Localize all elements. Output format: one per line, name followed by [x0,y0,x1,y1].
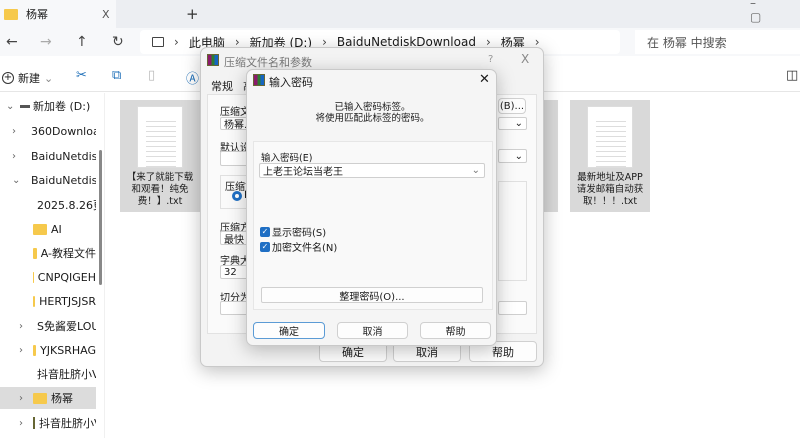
cut-icon[interactable]: ✂ [76,68,87,83]
paste-icon[interactable]: ▯ [148,68,155,83]
computer-icon [152,37,164,47]
sidebar-item[interactable]: ›360Downloads [0,120,96,142]
sidebar-item-selected[interactable]: › 杨幂 [0,387,96,409]
folder-icon [33,295,36,307]
password-label: 输入密码(E) [261,153,313,164]
help-icon[interactable]: ? [488,54,493,65]
tab-general[interactable]: 常规 [211,78,233,94]
folder-icon [4,8,18,20]
folder-icon [33,223,47,235]
winrar-icon [33,417,35,429]
cancel-button[interactable]: 取消 [337,322,408,339]
sidebar-item[interactable]: A-教程文件 [0,242,96,264]
folder-icon [33,392,47,404]
sidebar-item[interactable]: AI [0,218,96,240]
rename-icon[interactable]: Ⓐ [186,68,199,87]
checkmark-icon: ✓ [260,226,270,237]
sidebar-item[interactable]: CNPQIGEH [0,266,96,288]
plus-circle-icon: + [2,72,14,84]
new-label: 新建 [18,72,40,85]
forward-button[interactable]: → [40,34,52,50]
search-input[interactable]: 在 杨幂 中搜索 [635,30,800,54]
text-file-icon [587,106,633,168]
close-button[interactable]: X [521,52,529,66]
input[interactable] [498,301,527,315]
select[interactable]: ⌄ [498,149,527,163]
dialog-title: 压缩文件名和参数 [224,56,312,69]
new-button[interactable]: + 新建 ⌄ [2,70,53,86]
sidebar-item[interactable]: › S免酱爱LOU [0,315,96,337]
update-mode-select[interactable]: ⌄ [498,117,527,130]
message: 将使用匹配此标签的密码。 [315,113,430,124]
sidebar-item[interactable]: 2025.8.26更新 [0,194,96,216]
winrar-icon [207,54,219,66]
navigation-pane: ⌄新加卷 (D:) ›360Downloads ›BaiduNetdiskWor… [0,93,100,438]
sidebar-item[interactable]: › 抖音肚脐小V [0,412,96,434]
window-controls[interactable]: – ▢ [750,0,800,24]
tab-bar [0,0,800,28]
folder-icon [33,344,37,356]
encrypt-filenames-checkbox[interactable]: ✓ 加密文件名(N) [260,239,337,254]
dialog-title: 输入密码 [269,76,313,89]
new-tab-button[interactable]: + [186,5,199,23]
help-button[interactable]: 帮助 [420,322,491,339]
checkmark-icon: ✓ [260,241,270,252]
sidebar-item[interactable]: HERTJSJSR [0,290,96,312]
radio-rar[interactable] [232,191,242,201]
sidebar-item[interactable]: 抖音肚脐小V [0,363,96,385]
refresh-button[interactable]: ↻ [112,34,124,50]
winrar-icon [253,74,265,86]
text-file-icon [137,106,183,168]
back-button[interactable]: ← [6,34,18,50]
tab-close-button[interactable]: X [102,8,110,21]
browse-button[interactable]: (B)... [498,98,526,114]
tab-title: 杨幂 [26,8,48,21]
file-name: 最新地址及APP请发邮箱自动获取！！！.txt [576,172,644,207]
organize-passwords-button[interactable]: 整理密码(O)... [261,287,483,303]
sidebar-scrollbar[interactable] [99,150,102,285]
password-dialog: 输入密码 ✕ 已输入密码标签。 将使用匹配此标签的密码。 输入密码(E) 上老王… [246,69,497,346]
file-name: 【来了就能下载和观看！纯免费！】.txt [126,172,194,207]
details-pane-icon[interactable]: ◫ [786,68,798,83]
sidebar-item-drive-d[interactable]: ⌄ 新加卷 (D:) [0,95,96,117]
folder-icon [33,271,34,283]
show-password-checkbox[interactable]: ✓ 显示密码(S) [260,224,326,239]
sidebar-item[interactable]: › YJKSRHAG [0,339,96,361]
drive-icon [20,104,30,108]
file-item[interactable]: 【来了就能下载和观看！纯免费！】.txt [120,100,200,212]
chevron-down-icon: ⌄ [471,165,480,176]
close-button[interactable]: ✕ [479,72,490,87]
options-group [498,181,527,281]
up-button[interactable]: ↑ [76,34,88,50]
folder-icon [33,247,37,259]
file-item[interactable]: 最新地址及APP请发邮箱自动获取！！！.txt [570,100,650,212]
chevron-down-icon: ⌄ [44,71,54,85]
password-combobox[interactable]: 上老王论坛当老王 ⌄ [259,163,485,178]
copy-icon[interactable]: ⧉ [112,68,121,83]
tab-yangmi[interactable]: 杨幂 X [0,0,116,28]
sidebar-item[interactable]: ⌄BaiduNetdiskDownload [0,169,96,191]
ok-button[interactable]: 确定 [253,322,325,339]
divider [104,93,105,438]
password-value: 上老王论坛当老王 [263,167,343,178]
sidebar-item[interactable]: ›BaiduNetdiskWorkspace [0,145,96,167]
